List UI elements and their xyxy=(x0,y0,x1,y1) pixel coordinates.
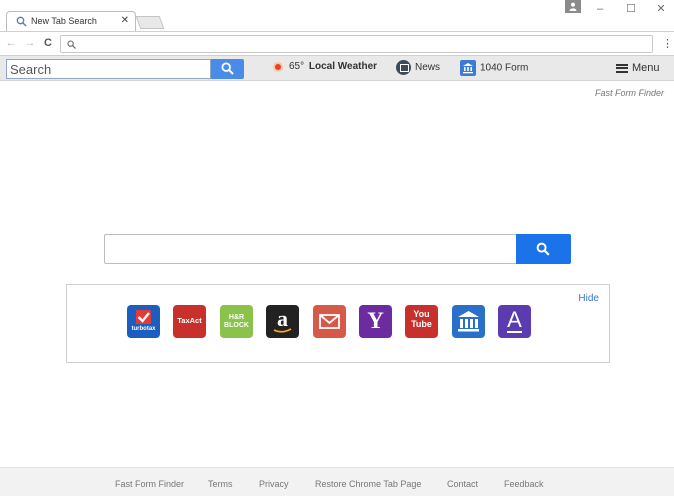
shortcut-form-a[interactable]: A xyxy=(498,305,531,338)
hamburger-icon xyxy=(616,63,628,73)
maximize-button[interactable]: ☐ xyxy=(624,3,638,15)
browser-window: New Tab Search ✕ – ☐ ✕ ← → C ⋮ Search 65… xyxy=(0,0,674,496)
tab-title: New Tab Search xyxy=(31,16,97,26)
fast-form-finder-link[interactable]: Fast Form Finder xyxy=(595,88,664,98)
forward-button[interactable]: → xyxy=(24,37,36,49)
shortcut-label: turbotax xyxy=(131,326,156,332)
reload-button[interactable]: C xyxy=(42,37,54,49)
1040-form-link[interactable]: 1040 Form xyxy=(460,60,528,78)
search-icon xyxy=(221,62,234,75)
address-bar: ← → C ⋮ xyxy=(0,31,674,55)
tab-close-icon[interactable]: ✕ xyxy=(121,15,129,27)
shortcut-bank[interactable] xyxy=(452,305,485,338)
search-icon xyxy=(16,16,27,27)
mail-icon xyxy=(319,314,340,329)
browser-menu-button[interactable]: ⋮ xyxy=(662,38,673,50)
footer-link-fast-form-finder[interactable]: Fast Form Finder xyxy=(115,479,184,489)
form-label: 1040 Form xyxy=(480,62,529,74)
footer-link-privacy[interactable]: Privacy xyxy=(259,479,289,489)
shortcut-label: Y xyxy=(367,308,384,333)
footer: Fast Form Finder Terms Privacy Restore C… xyxy=(0,467,674,496)
omnibox[interactable] xyxy=(60,35,653,53)
shortcut-amazon[interactable]: a xyxy=(266,305,299,338)
underline-icon xyxy=(507,331,522,333)
weather-label: Local Weather xyxy=(308,61,378,72)
user-icon xyxy=(569,2,577,11)
shortcut-hr-block[interactable]: H&R BLOCK xyxy=(220,305,253,338)
new-tab-button[interactable] xyxy=(135,16,165,29)
profile-button[interactable] xyxy=(565,0,581,13)
search-icon xyxy=(67,40,76,49)
news-label: News xyxy=(415,62,441,73)
main-search-button[interactable] xyxy=(516,234,571,264)
shortcut-label: You Tube xyxy=(411,309,432,329)
shortcut-taxact[interactable]: TaxAct xyxy=(173,305,206,338)
weather-temperature: 65° xyxy=(289,61,305,72)
amazon-smile-icon xyxy=(273,328,292,333)
bank-icon xyxy=(458,311,479,332)
shortcut-label: TaxAct xyxy=(177,316,202,325)
title-bar: New Tab Search ✕ – ☐ ✕ xyxy=(0,0,674,31)
main-search-input[interactable] xyxy=(104,234,516,264)
footer-link-restore-chrome-tab-page[interactable]: Restore Chrome Tab Page xyxy=(315,479,421,489)
shortcut-youtube[interactable]: You Tube xyxy=(405,305,438,338)
news-link[interactable]: News xyxy=(396,60,440,78)
tab-new-tab-search[interactable]: New Tab Search ✕ xyxy=(6,11,136,31)
bank-icon xyxy=(460,60,476,76)
toolbar-search-button[interactable] xyxy=(211,59,244,79)
shortcut-mail[interactable] xyxy=(313,305,346,338)
local-weather-link[interactable]: 65° Local Weather xyxy=(272,61,377,77)
newspaper-icon xyxy=(396,60,411,75)
footer-link-terms[interactable]: Terms xyxy=(208,479,233,489)
hide-link[interactable]: Hide xyxy=(578,293,599,304)
shortcut-turbotax[interactable]: turbotax xyxy=(127,305,160,338)
shortcut-yahoo[interactable]: Y xyxy=(359,305,392,338)
shortcut-label: H&R BLOCK xyxy=(224,314,249,329)
toolbar-search-input[interactable] xyxy=(6,59,211,79)
footer-link-feedback[interactable]: Feedback xyxy=(504,479,544,489)
menu-label: Menu xyxy=(632,62,660,75)
extension-toolbar: 65° Local Weather News 1040 Form Menu xyxy=(0,55,674,81)
footer-link-contact[interactable]: Contact xyxy=(447,479,478,489)
omnibox-input[interactable] xyxy=(81,37,646,51)
minimize-button[interactable]: – xyxy=(593,3,607,15)
shortcuts-panel: Hide turbotax TaxAct H&R BLOCK a Y You T… xyxy=(66,284,610,363)
toolbar-menu-button[interactable]: Menu xyxy=(616,62,660,74)
search-icon xyxy=(536,242,550,256)
close-window-button[interactable]: ✕ xyxy=(654,3,668,15)
back-button[interactable]: ← xyxy=(5,37,17,49)
sun-icon xyxy=(275,63,281,70)
